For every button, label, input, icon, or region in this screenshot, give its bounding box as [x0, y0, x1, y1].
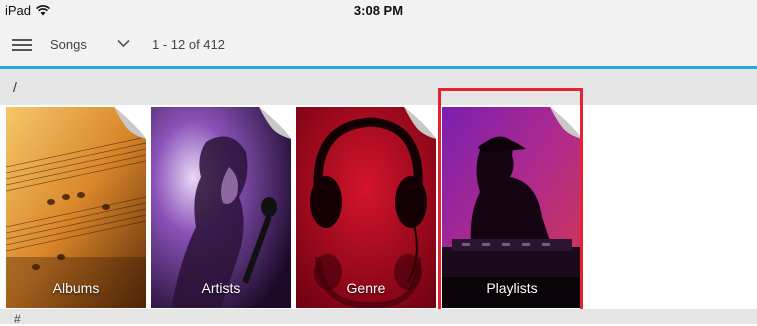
- item-count: 1 - 12 of 412: [152, 37, 225, 52]
- view-selector-label[interactable]: Songs: [50, 37, 87, 52]
- page-curl-icon: [404, 107, 436, 139]
- section-index-bar: #: [0, 309, 757, 326]
- tile-artists[interactable]: Artists: [151, 107, 291, 308]
- category-grid: Albums Artists Genre Playlists: [0, 105, 757, 309]
- page-curl-icon: [259, 107, 291, 139]
- status-bar: iPad 3:08 PM: [0, 0, 757, 22]
- hamburger-menu-icon[interactable]: [12, 39, 32, 51]
- tile-albums[interactable]: Albums: [6, 107, 146, 308]
- clock: 3:08 PM: [353, 3, 404, 18]
- breadcrumb-path[interactable]: /: [13, 79, 17, 95]
- tile-label: Artists: [201, 280, 241, 296]
- tile-label: Genre: [346, 280, 386, 296]
- page-curl-icon: [114, 107, 146, 139]
- toolbar: Songs 1 - 12 of 412: [0, 22, 757, 69]
- breadcrumb: /: [0, 69, 757, 105]
- tile-genre[interactable]: Genre: [296, 107, 436, 308]
- chevron-down-icon[interactable]: [117, 39, 130, 48]
- selection-highlight: [438, 88, 583, 315]
- tile-label: Albums: [52, 280, 100, 296]
